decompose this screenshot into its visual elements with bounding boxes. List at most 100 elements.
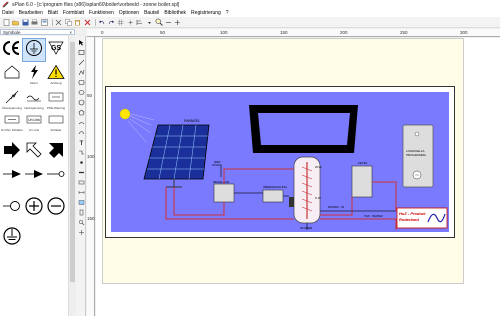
symbol-arrow-diag[interactable]: [23, 140, 45, 162]
symbol-class2[interactable]: [22, 38, 46, 62]
zoom-out-icon[interactable]: [164, 18, 172, 26]
logo-line-1: HoZ - Product: [399, 211, 426, 216]
symbols-panel: GS Motor Achtung Überspannung Netzspannu…: [0, 36, 68, 316]
plus-circle-icon: [25, 197, 43, 215]
rounded-rect-tool-icon[interactable]: [77, 78, 85, 86]
symbol-arrow-right[interactable]: [1, 140, 23, 162]
select-tool-icon[interactable]: [77, 38, 85, 46]
zoom-icon[interactable]: [155, 18, 163, 26]
ground-class-icon: [26, 40, 42, 56]
bezier-tool-icon[interactable]: [77, 128, 85, 136]
menu-optionen[interactable]: Optionen: [119, 10, 139, 16]
symbol-motor[interactable]: Motor: [23, 64, 45, 86]
symbol-netzspannung[interactable]: Netzspannung: [23, 89, 45, 111]
symbol-line-arrow-1[interactable]: [1, 166, 23, 188]
label-tool-icon[interactable]: [77, 178, 85, 186]
redo-icon[interactable]: [107, 18, 115, 26]
svg-text:GS: GS: [51, 45, 61, 52]
symbol-arrow-bend[interactable]: [45, 140, 67, 162]
menu-blatt[interactable]: Blatt: [48, 10, 58, 16]
symbol-r-ohm[interactable]: R-Ohm Schalter: [1, 113, 23, 135]
paste-icon[interactable]: [74, 18, 82, 26]
panel-label: PANNEEL: [184, 119, 200, 123]
preview-icon[interactable]: [40, 18, 48, 26]
save-icon[interactable]: [21, 18, 29, 26]
snap-icon[interactable]: [126, 18, 134, 26]
ruler-tick-label: 150: [87, 216, 95, 221]
symbol-line-arrow-2[interactable]: [23, 166, 45, 188]
kw-label: K.W.: [315, 196, 322, 200]
symbol-ueberspannung[interactable]: Überspannung: [1, 89, 23, 111]
undo-icon[interactable]: [98, 18, 106, 26]
ruler-tick-label: 100: [87, 154, 95, 159]
measure-tool-icon[interactable]: [77, 188, 85, 196]
symbol-minus[interactable]: [45, 196, 67, 218]
arc-tool-icon[interactable]: [77, 118, 85, 126]
ruler-tick-label: 150: [280, 30, 288, 35]
warning-icon: [47, 64, 65, 79]
grid-icon[interactable]: [117, 18, 125, 26]
toolbar-separator: [94, 18, 96, 26]
menu-funktionen[interactable]: Funktionen: [89, 10, 114, 16]
symbol-ce-mark[interactable]: [1, 39, 23, 61]
zoom-tool-icon[interactable]: [77, 218, 85, 226]
copy-icon[interactable]: [64, 18, 72, 26]
ketel-label: KETEL: [358, 161, 368, 165]
ruler-tick-label: 300: [460, 30, 468, 35]
house-icon: [4, 65, 20, 79]
symbol-schalter[interactable]: Schalter: [45, 113, 67, 135]
line-tool-icon[interactable]: [77, 58, 85, 66]
vertical-ruler: 50 100 150: [87, 37, 95, 316]
logo-line-2: Roderland: [399, 217, 419, 222]
symbols-scrollbar[interactable]: [68, 36, 75, 316]
pan-tool-icon[interactable]: [77, 228, 85, 236]
svg-text:T: T: [79, 141, 83, 146]
symbol-terminal[interactable]: [1, 196, 23, 218]
new-file-icon[interactable]: [2, 18, 10, 26]
symbol-line-dot[interactable]: [45, 166, 67, 188]
symbol-ground[interactable]: [1, 226, 23, 248]
menu-bibliothek[interactable]: Bibliothek: [164, 10, 186, 16]
polygon-tool-icon[interactable]: [77, 108, 85, 116]
scrollbar-thumb[interactable]: [70, 42, 75, 282]
menu-datei[interactable]: Datei: [2, 10, 14, 16]
arrow-bend-icon: [49, 143, 63, 158]
open-folder-icon[interactable]: [12, 18, 20, 26]
zoom-in-icon[interactable]: [174, 18, 182, 26]
switch-box-icon: [48, 115, 64, 124]
menu-bauteil[interactable]: Bauteil: [144, 10, 159, 16]
symbol-house[interactable]: [1, 64, 23, 86]
menu-formblatt[interactable]: Formblatt: [63, 10, 84, 16]
display-frame: [249, 105, 358, 153]
bus-tool-icon[interactable]: [77, 168, 85, 176]
delete-icon[interactable]: [83, 18, 91, 26]
symbol-achtung[interactable]: Achtung: [45, 64, 67, 86]
junction-tool-icon[interactable]: [77, 158, 85, 166]
solar-boiler-diagram[interactable]: PANNEEL LOGIKKELLA PROGRAMMA REGELAAR ÜBE…: [105, 86, 455, 238]
symbol-plus[interactable]: [23, 196, 45, 218]
rectangle-tool-icon[interactable]: [77, 48, 85, 56]
panel-close-button[interactable]: ×: [69, 30, 72, 35]
symbol-un-link[interactable]: Un Link Un Link: [23, 113, 45, 135]
ketel-box: [351, 165, 373, 198]
component-tool-icon[interactable]: [77, 208, 85, 216]
regelaar-label: REGELAAR: [213, 180, 230, 184]
menu-bearbeiten[interactable]: Bearbeiten: [19, 10, 43, 16]
zoom-dropdown-icon[interactable]: [145, 18, 153, 26]
menu-help[interactable]: ?: [226, 10, 229, 16]
wire-tool-icon[interactable]: [77, 148, 85, 156]
monitor-box: [262, 189, 284, 203]
polyline-tool-icon[interactable]: [77, 68, 85, 76]
align-icon[interactable]: [136, 18, 144, 26]
ellipse-tool-icon[interactable]: [77, 88, 85, 96]
resistor-box-icon: [4, 115, 20, 124]
ppe-icon: [48, 92, 64, 102]
circle-tool-icon[interactable]: [77, 98, 85, 106]
symbol-ppe[interactable]: PPE-Warning: [45, 89, 67, 111]
image-tool-icon[interactable]: [77, 198, 85, 206]
symbol-gs-mark[interactable]: GS: [45, 39, 67, 61]
text-tool-icon[interactable]: T: [77, 138, 85, 146]
print-icon[interactable]: [31, 18, 39, 26]
menu-registrierung[interactable]: Registrierung: [191, 10, 221, 16]
cut-icon[interactable]: [55, 18, 63, 26]
